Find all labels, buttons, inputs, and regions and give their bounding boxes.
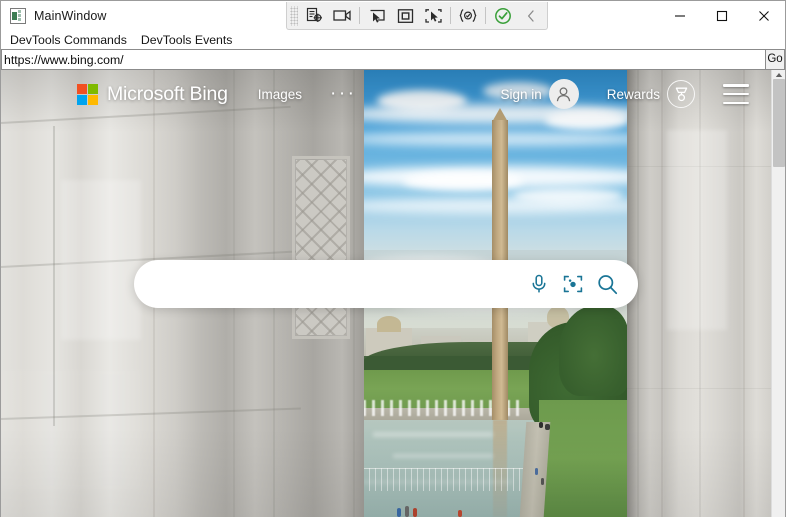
window-app-icon — [10, 8, 26, 24]
microphone-icon[interactable] — [522, 267, 556, 301]
inspect-element-icon[interactable] — [300, 4, 328, 28]
drag-grip[interactable] — [290, 5, 298, 26]
nav-overflow-icon[interactable]: ··· — [330, 84, 356, 103]
search-box[interactable] — [134, 260, 638, 308]
rewards-link[interactable]: Rewards — [607, 87, 660, 102]
window-controls — [659, 1, 785, 31]
bing-homepage: Microsoft Bing Images ··· Sign in Reward… — [1, 70, 771, 517]
minimize-button[interactable] — [659, 1, 701, 31]
nav-images[interactable]: Images — [258, 87, 302, 102]
bing-logo-text: Microsoft Bing — [107, 82, 228, 105]
menu-devtools-commands[interactable]: DevTools Commands — [3, 31, 134, 49]
record-video-icon[interactable] — [328, 4, 356, 28]
address-bar-row: Go — [1, 49, 785, 70]
toolbar-separator — [485, 7, 486, 24]
sign-in-link[interactable]: Sign in — [500, 87, 541, 102]
check-circle-icon[interactable] — [489, 4, 517, 28]
visual-search-icon[interactable] — [556, 267, 590, 301]
search-input[interactable] — [156, 261, 522, 307]
element-box-icon[interactable] — [391, 4, 419, 28]
vertical-scrollbar[interactable] — [771, 70, 785, 517]
medal-icon[interactable] — [667, 80, 695, 108]
user-avatar-icon[interactable] — [548, 79, 579, 109]
window-title: MainWindow — [34, 9, 107, 23]
devtools-toolbar[interactable] — [286, 2, 548, 30]
scroll-thumb[interactable] — [773, 79, 785, 167]
menu-bar: DevTools Commands DevTools Events — [1, 31, 785, 49]
menu-devtools-events[interactable]: DevTools Events — [134, 31, 240, 49]
pool-fence — [363, 468, 523, 491]
hamburger-menu-icon[interactable] — [723, 84, 749, 104]
bing-logo[interactable]: Microsoft Bing — [77, 83, 228, 106]
main-window: MainWindow DevTools Commands DevTools Ev… — [0, 0, 786, 517]
bing-header: Microsoft Bing Images ··· Sign in Reward… — [1, 70, 771, 118]
column-grille — [296, 160, 346, 335]
chevron-left-icon[interactable] — [517, 4, 545, 28]
toolbar-separator — [359, 7, 360, 24]
header-right-group: Sign in Rewards — [500, 79, 749, 109]
browser-viewport: Microsoft Bing Images ··· Sign in Reward… — [1, 70, 785, 517]
toolbar-separator — [450, 7, 451, 24]
right-trees-back — [559, 306, 628, 396]
address-input[interactable] — [1, 49, 766, 70]
maximize-button[interactable] — [701, 1, 743, 31]
close-button[interactable] — [743, 1, 785, 31]
microsoft-logo-icon — [77, 83, 98, 105]
code-snippet-icon[interactable] — [454, 4, 482, 28]
scroll-up-arrow[interactable] — [772, 70, 786, 79]
museum-dome — [377, 316, 401, 332]
screen-select-icon[interactable] — [419, 4, 447, 28]
go-button[interactable]: Go — [766, 49, 785, 70]
cursor-select-icon[interactable] — [363, 4, 391, 28]
right-lawn — [539, 400, 628, 517]
search-icon[interactable] — [590, 267, 624, 301]
right-marble-columns — [627, 70, 771, 517]
